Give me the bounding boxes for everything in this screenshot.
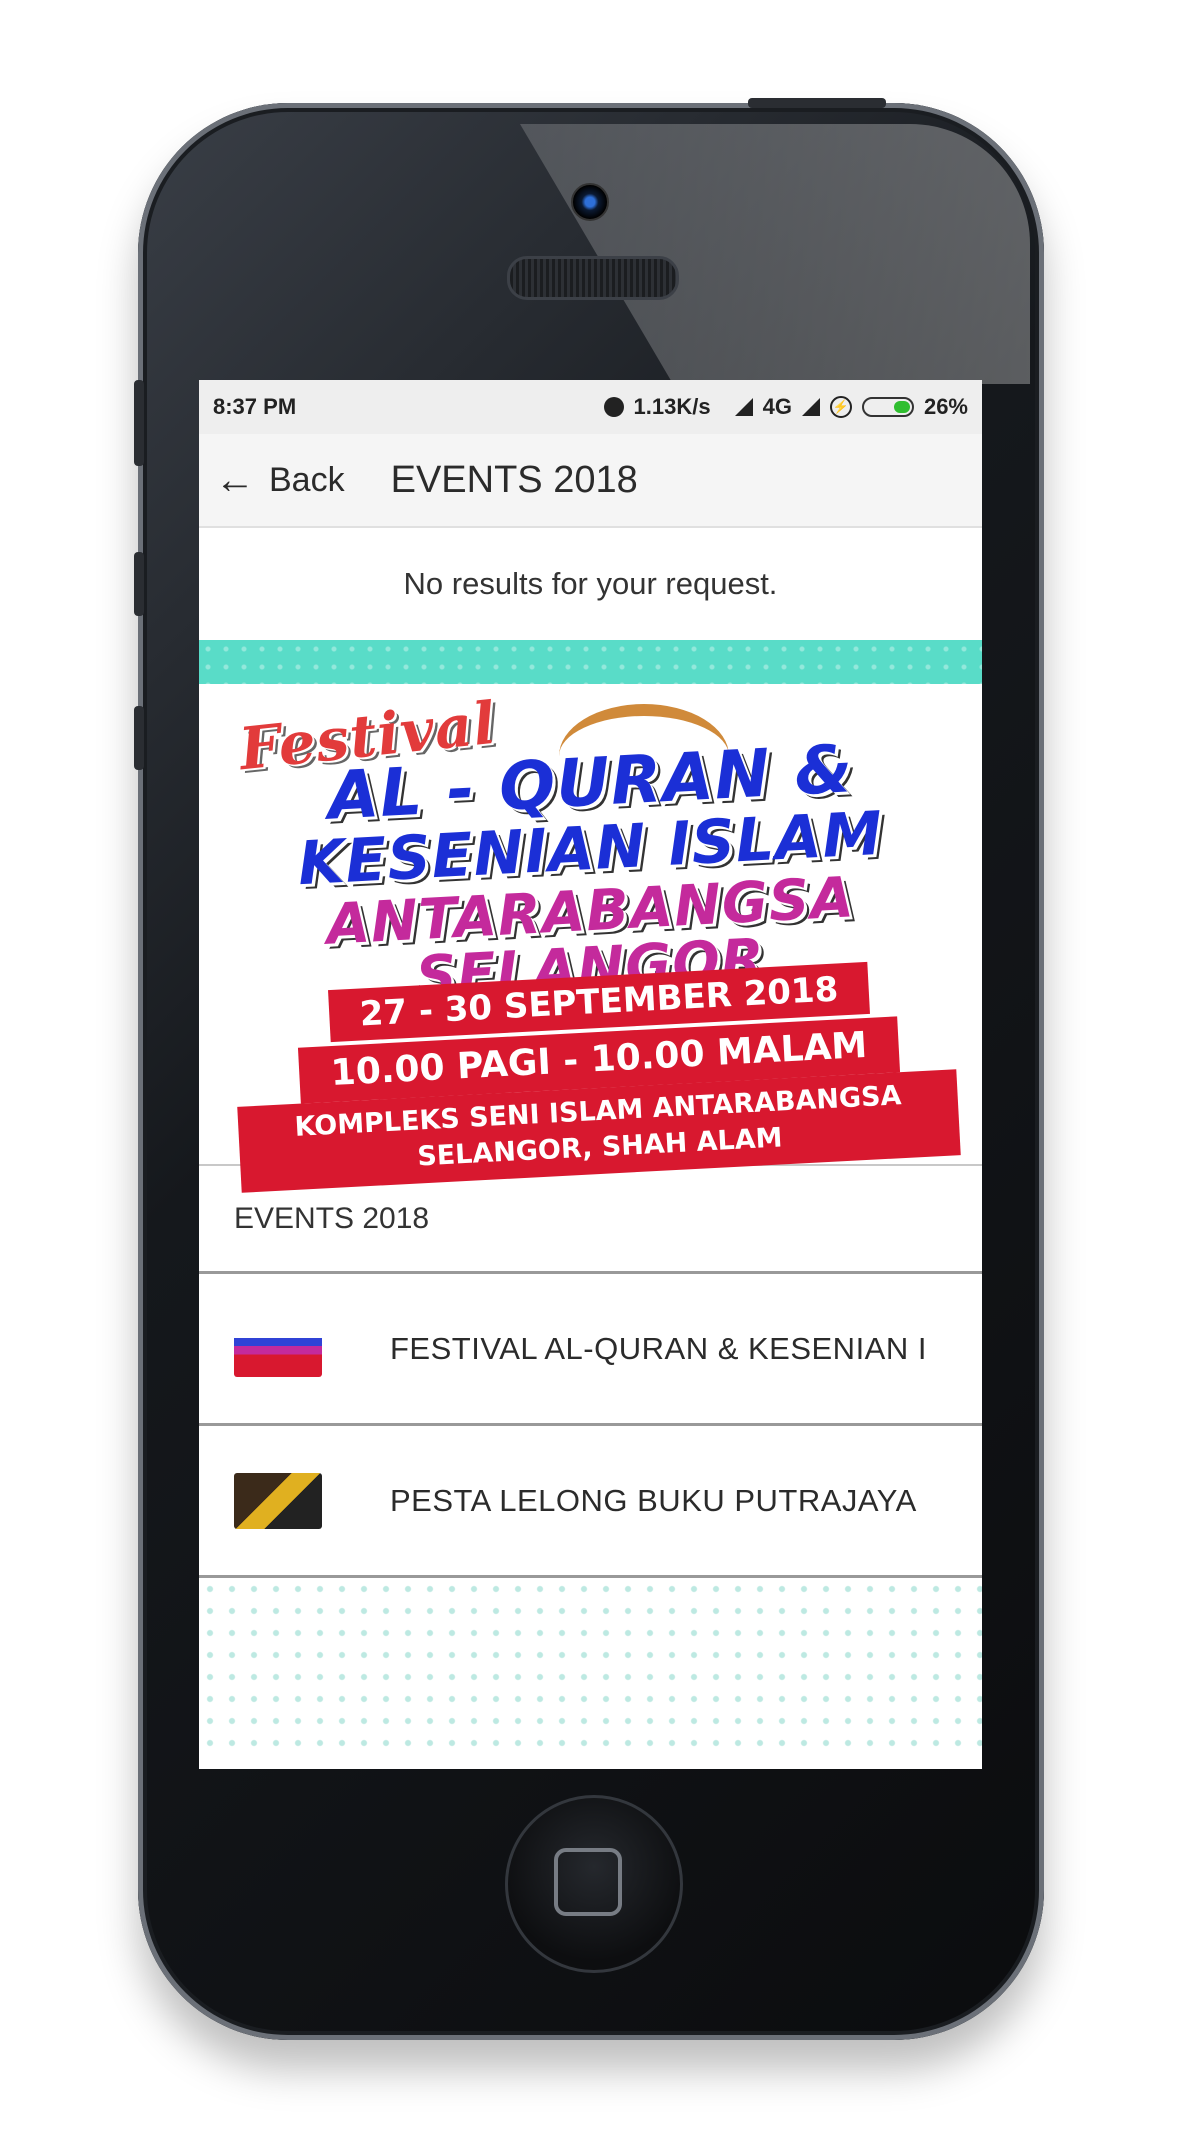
network-speed: 1.13K/s <box>633 394 711 419</box>
earpiece-speaker <box>507 256 679 300</box>
list-item[interactable]: PESTA LELONG BUKU PUTRAJAYA <box>199 1426 982 1578</box>
list-item-label: PESTA LELONG BUKU PUTRAJAYA <box>390 1482 917 1518</box>
data-saver-icon <box>603 397 624 417</box>
decorative-pattern <box>199 1578 982 1758</box>
status-bar: 8:37 PM 1.13K/s 4G ⚡ 26% <box>199 380 982 434</box>
network-type: 4G <box>762 394 792 419</box>
arrow-left-icon: ← <box>215 458 255 502</box>
charging-icon: ⚡ <box>829 396 852 418</box>
home-square-icon <box>554 1848 622 1916</box>
battery-icon <box>861 397 914 417</box>
list-item[interactable]: FESTIVAL AL-QURAN & KESENIAN I <box>199 1274 982 1426</box>
no-results-message: No results for your request. <box>199 528 982 640</box>
status-time: 8:37 PM <box>213 394 297 419</box>
app-screen: 8:37 PM 1.13K/s 4G ⚡ 26% ← Back EVENTS 2… <box>199 380 982 1769</box>
power-button <box>748 98 886 108</box>
signal-icon-2 <box>801 398 820 416</box>
battery-percent: 26% <box>923 394 968 419</box>
back-label: Back <box>269 460 345 499</box>
volume-button-up <box>134 380 144 466</box>
list-item-label: FESTIVAL AL-QURAN & KESENIAN I <box>390 1330 927 1366</box>
event-banner[interactable]: Festival AL - QURAN & KESENIAN ISLAM ANT… <box>199 684 982 1193</box>
decorative-band <box>199 640 982 684</box>
event-thumbnail <box>234 1472 322 1529</box>
status-indicators: 1.13K/s 4G ⚡ 26% <box>603 394 968 420</box>
page-title: EVENTS 2018 <box>390 458 638 501</box>
signal-icon <box>734 398 753 416</box>
volume-button-down <box>134 552 144 616</box>
front-camera <box>571 183 609 221</box>
app-bar: ← Back EVENTS 2018 <box>199 434 982 528</box>
event-thumbnail <box>234 1320 322 1377</box>
back-button[interactable]: ← Back <box>215 460 345 500</box>
mute-switch <box>134 706 144 770</box>
